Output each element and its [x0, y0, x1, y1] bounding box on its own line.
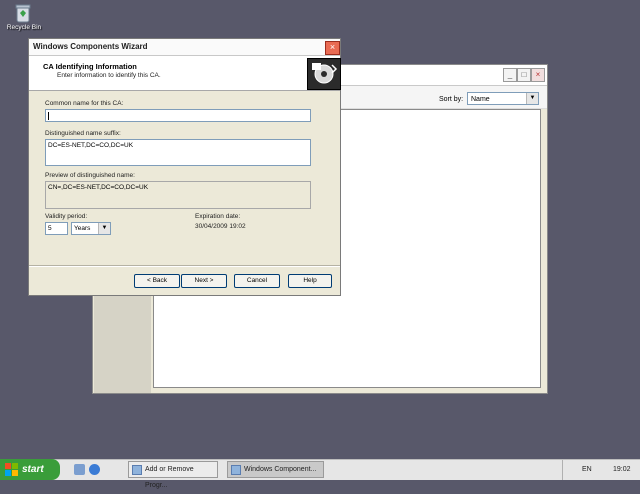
internet-explorer-icon[interactable]: [89, 464, 100, 475]
page-heading: CA Identifying Information: [43, 62, 137, 71]
page-subheading: Enter information to identify this CA.: [57, 72, 161, 79]
preview-value: CN=,DC=ES-NET,DC=CO,DC=UK: [48, 184, 149, 191]
clock[interactable]: 19:02: [613, 466, 631, 473]
taskbar-item-label: Add or Remove Progr...: [145, 466, 194, 489]
wizard-header: CA Identifying Information Enter informa…: [29, 56, 341, 91]
validity-unit-value: Years: [74, 225, 91, 232]
sort-by-label: Sort by:: [439, 96, 464, 103]
language-indicator[interactable]: EN: [582, 466, 592, 473]
taskbar-item-add-remove-programs[interactable]: Add or Remove Progr...: [128, 461, 218, 489]
sort-by-select[interactable]: Name ▼: [467, 92, 539, 105]
validity-period-input[interactable]: 5: [45, 222, 68, 235]
window-icon: [231, 465, 241, 475]
recycle-bin-label: Recycle Bin: [6, 24, 42, 31]
validity-unit-select[interactable]: Years ▼: [71, 222, 111, 235]
window-icon: [132, 465, 142, 475]
divider: [29, 265, 340, 267]
common-name-label: Common name for this CA:: [45, 100, 124, 107]
windows-components-wizard: Windows Components Wizard × CA Identifyi…: [28, 38, 341, 296]
close-button[interactable]: ×: [531, 68, 545, 82]
preview-field: CN=,DC=ES-NET,DC=CO,DC=UK: [45, 181, 311, 209]
help-button[interactable]: Help: [288, 274, 332, 288]
chevron-down-icon[interactable]: ▼: [98, 223, 110, 234]
dn-suffix-input[interactable]: DC=ES-NET,DC=CO,DC=UK: [45, 139, 311, 166]
minimize-button[interactable]: _: [503, 68, 517, 82]
recycle-bin-icon[interactable]: [14, 3, 32, 23]
close-button[interactable]: ×: [325, 41, 340, 55]
dn-suffix-value: DC=ES-NET,DC=CO,DC=UK: [48, 142, 134, 149]
chevron-down-icon[interactable]: ▼: [526, 93, 538, 104]
certificate-icon: [307, 58, 341, 90]
validity-label: Validity period:: [45, 213, 88, 220]
sort-by-value: Name: [471, 96, 490, 103]
validity-value: 5: [48, 225, 52, 232]
dn-suffix-label: Distinguished name suffix:: [45, 130, 121, 137]
windows-logo-icon: [5, 463, 18, 476]
show-desktop-icon[interactable]: [74, 464, 85, 475]
next-button[interactable]: Next >: [181, 274, 227, 288]
maximize-button[interactable]: □: [517, 68, 531, 82]
text-cursor: [48, 112, 49, 120]
wizard-title: Windows Components Wizard: [33, 42, 148, 51]
expiration-label: Expiration date:: [195, 213, 241, 220]
expiration-value: 30/04/2009 19:02: [195, 223, 246, 230]
back-button[interactable]: < Back: [134, 274, 180, 288]
taskbar-item-label: Windows Component...: [244, 466, 317, 473]
taskbar-item-windows-components[interactable]: Windows Component...: [227, 461, 324, 478]
preview-label: Preview of distinguished name:: [45, 172, 135, 179]
common-name-input[interactable]: [45, 109, 311, 122]
cancel-button[interactable]: Cancel: [234, 274, 280, 288]
